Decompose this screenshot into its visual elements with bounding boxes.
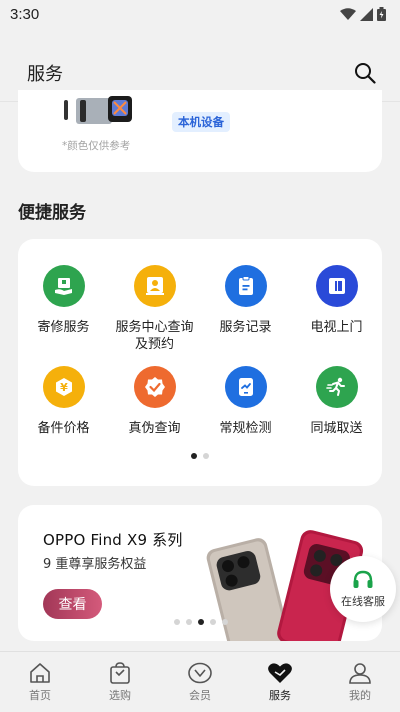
tv-icon (315, 265, 358, 307)
nav-label: 会员 (189, 689, 211, 702)
pager-dot[interactable] (210, 619, 216, 625)
search-icon[interactable] (354, 62, 376, 84)
section-title-quick-services: 便捷服务 (18, 203, 86, 223)
nav-shop[interactable]: 选购 (80, 652, 160, 712)
services-grid: 寄修服务 服务中心查询 及预约 服务记录 电视上门 ¥ 备件价格 真伪查询 常规… (18, 265, 382, 456)
verified-badge-icon (133, 366, 176, 408)
status-bar: 3:30 (0, 0, 400, 28)
wifi-icon (340, 7, 356, 20)
nav-home[interactable]: 首页 (0, 652, 80, 712)
svg-text:¥: ¥ (60, 381, 68, 394)
service-label: 同城取送 (310, 421, 363, 436)
heart-icon (268, 663, 292, 683)
bottom-nav: 首页 选购 会员 服务 我的 (0, 651, 400, 712)
pager-dot[interactable] (186, 619, 192, 625)
quick-services-card: 寄修服务 服务中心查询 及预约 服务记录 电视上门 ¥ 备件价格 真伪查询 常规… (18, 239, 382, 486)
services-pager (18, 453, 382, 459)
device-image (64, 96, 132, 124)
clipboard-icon (224, 265, 267, 307)
headset-icon (353, 570, 373, 588)
service-label: 备件价格 (37, 421, 90, 436)
nav-label: 选购 (109, 689, 131, 702)
nav-profile[interactable]: 我的 (320, 652, 400, 712)
service-label: 电视上门 (310, 320, 363, 335)
service-label: 真伪查询 (128, 421, 181, 436)
nav-label: 我的 (349, 689, 371, 702)
box-hand-icon (42, 265, 85, 307)
page-title: 服务 (27, 63, 63, 85)
home-icon (30, 663, 50, 683)
pager-dot[interactable] (191, 453, 197, 459)
promo-title: OPPO Find X9 系列 (43, 531, 183, 549)
service-routine-check[interactable]: 常规检测 (200, 366, 291, 456)
service-parts-price[interactable]: ¥ 备件价格 (18, 366, 109, 456)
service-records[interactable]: 服务记录 (200, 265, 291, 366)
signal-icon (360, 7, 373, 21)
status-time: 3:30 (10, 5, 40, 23)
shopping-bag-icon (110, 662, 130, 684)
nav-member[interactable]: 会员 (160, 652, 240, 712)
service-local-pickup[interactable]: 同城取送 (291, 366, 382, 456)
device-tag: 本机设备 (172, 112, 230, 132)
promo-view-button[interactable]: 查看 (43, 589, 102, 619)
service-label: 服务记录 (219, 320, 272, 335)
nav-label: 服务 (269, 689, 291, 702)
nav-service[interactable]: 服务 (240, 652, 320, 712)
service-label: 服务中心查询 及预约 (115, 320, 194, 352)
pager-dot[interactable] (198, 619, 204, 625)
device-note: *颜色仅供参考 (62, 140, 131, 152)
online-support-label: 在线客服 (341, 594, 385, 608)
diagnostic-icon (224, 366, 267, 408)
promo-pager (18, 619, 228, 625)
yen-icon: ¥ (42, 366, 85, 408)
nav-label: 首页 (29, 689, 51, 702)
status-icons (340, 7, 386, 21)
device-card[interactable]: 本机设备 *颜色仅供参考 (18, 90, 382, 172)
profile-icon (349, 663, 371, 684)
service-authenticity[interactable]: 真伪查询 (109, 366, 200, 456)
pager-dot[interactable] (174, 619, 180, 625)
service-tv-onsite[interactable]: 电视上门 (291, 265, 382, 366)
service-mail-in-repair[interactable]: 寄修服务 (18, 265, 109, 366)
person-center-icon (133, 265, 176, 307)
service-label: 寄修服务 (37, 320, 90, 335)
promo-subtitle: 9 重尊享服务权益 (43, 557, 147, 572)
battery-icon (377, 7, 386, 21)
member-icon (188, 662, 212, 684)
runner-icon (315, 366, 358, 408)
service-center-booking[interactable]: 服务中心查询 及预约 (109, 265, 200, 366)
pager-dot[interactable] (203, 453, 209, 459)
promo-banner[interactable]: OPPO Find X9 系列 9 重尊享服务权益 查看 (18, 505, 382, 641)
service-label: 常规检测 (219, 421, 272, 436)
online-support-button[interactable]: 在线客服 (330, 556, 396, 622)
pager-dot[interactable] (222, 619, 228, 625)
